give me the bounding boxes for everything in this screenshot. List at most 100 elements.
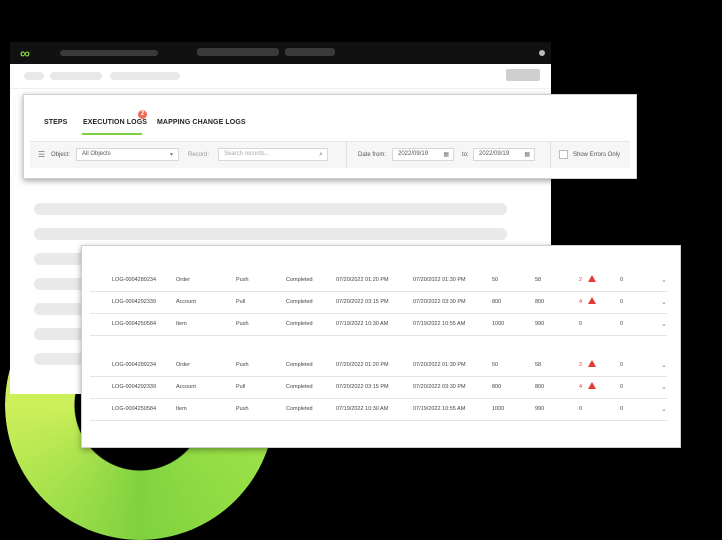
log-status: Completed [286, 277, 313, 283]
expand-row-chevron-icon[interactable]: ⌄ [661, 383, 667, 391]
log-status: Completed [286, 299, 313, 305]
log-total-records: 1000 [492, 406, 505, 412]
log-type: Push [236, 277, 249, 283]
log-status: Completed [286, 406, 313, 412]
table-row[interactable]: LOG-0004289234 Order Push Completed 07/20/20… [90, 270, 667, 292]
log-total-records: 1000 [492, 321, 505, 327]
skeleton-line [34, 203, 507, 215]
log-warning-count: 0 [620, 277, 624, 283]
log-filter-card: STEPS EXECUTION LOGS 2 MAPPING CHANGE LO… [23, 94, 637, 179]
log-start-time: 07/19/2022 10:30 AM [336, 321, 389, 327]
table-row[interactable]: LOG-0004292339 Account Pull Completed 07/20/… [90, 292, 667, 314]
log-status: Completed [286, 384, 313, 390]
log-error-count: 4 [579, 299, 583, 305]
tab-mapping-change-logs[interactable]: MAPPING CHANGE LOGS [157, 119, 246, 126]
log-warning-count: 0 [620, 384, 624, 390]
log-object: Item [176, 321, 187, 327]
date-to-value: 2022/09/19 [479, 151, 510, 157]
expand-row-chevron-icon[interactable]: ⌄ [661, 320, 667, 328]
table-row[interactable]: LOG-0004250584 Item Push Completed 07/19/202… [90, 399, 667, 421]
log-error-count: 4 [579, 384, 583, 390]
log-end-time: 07/19/2022 10:55 AM [413, 321, 466, 327]
log-type: Push [236, 321, 249, 327]
toolbar-placeholder [285, 48, 335, 56]
table-row[interactable]: LOG-0004289234 Order Push Completed 07/20/20… [90, 355, 667, 377]
date-from-value: 2022/09/19 [398, 151, 429, 157]
tab-steps[interactable]: STEPS [44, 119, 67, 126]
warning-icon [588, 382, 596, 389]
filter-icon: ☰ [38, 150, 46, 159]
filter-bar: ☰ Object: All Objects ▼ Record: Search r… [30, 141, 630, 168]
object-label: Object: [51, 152, 71, 158]
log-end-time: 07/20/2022 01:30 PM [413, 362, 466, 368]
calendar-icon: ▦ [524, 152, 530, 158]
divider [346, 142, 347, 168]
log-total-records: 800 [492, 299, 502, 305]
date-to-label: to: [462, 152, 469, 158]
log-error-count: 0 [579, 321, 583, 327]
table-row[interactable]: LOG-0004292339 Account Pull Completed 07/20/… [90, 377, 667, 399]
record-search-input[interactable]: Search records... ⌕ [218, 148, 328, 161]
expand-row-chevron-icon[interactable]: ⌄ [661, 405, 667, 413]
expand-row-chevron-icon[interactable]: ⌄ [661, 276, 667, 284]
title-bar: ∞ [10, 42, 551, 64]
log-end-time: 07/19/2022 10:55 AM [413, 406, 466, 412]
log-object: Order [176, 277, 191, 283]
log-error-count: 2 [579, 277, 583, 283]
record-label: Record: [188, 152, 210, 158]
execution-log-table: LOG-0004289234 Order Push Completed 07/20/20… [81, 245, 681, 448]
log-id: LOG-0004292339 [112, 299, 157, 305]
log-processed-records: 58 [535, 277, 542, 283]
skeleton-line [34, 228, 507, 240]
log-end-time: 07/20/2022 03:30 PM [413, 384, 466, 390]
top-bar [10, 64, 551, 89]
search-icon: ⌕ [319, 151, 323, 158]
log-start-time: 07/20/2022 03:15 PM [336, 384, 389, 390]
log-warning-count: 0 [620, 299, 624, 305]
warning-icon [588, 275, 596, 282]
log-error-count: 2 [579, 362, 583, 368]
log-start-time: 07/20/2022 01:20 PM [336, 277, 389, 283]
show-errors-label: Show Errors Only [573, 152, 621, 158]
log-object: Order [176, 362, 191, 368]
warning-icon [588, 360, 596, 367]
expand-row-chevron-icon[interactable]: ⌄ [661, 361, 667, 369]
log-object: Account [176, 384, 196, 390]
log-end-time: 07/20/2022 03:30 PM [413, 299, 466, 305]
log-processed-records: 58 [535, 362, 542, 368]
title-placeholder [60, 50, 158, 56]
log-start-time: 07/19/2022 10:30 AM [336, 406, 389, 412]
warning-icon [588, 297, 596, 304]
tab-execution-logs[interactable]: EXECUTION LOGS [83, 119, 147, 126]
tab-bar: STEPS EXECUTION LOGS 2 MAPPING CHANGE LO… [24, 95, 636, 135]
log-total-records: 800 [492, 384, 502, 390]
show-errors-checkbox[interactable] [559, 150, 568, 159]
table-row[interactable]: LOG-0004250584 Item Push Completed 07/19/202… [90, 314, 667, 336]
execution-logs-badge: 2 [138, 110, 147, 119]
log-status: Completed [286, 321, 313, 327]
log-type: Pull [236, 384, 246, 390]
log-processed-records: 990 [535, 406, 545, 412]
object-select[interactable]: All Objects ▼ [76, 148, 179, 161]
log-status: Completed [286, 362, 313, 368]
log-processed-records: 990 [535, 321, 545, 327]
log-object: Item [176, 406, 187, 412]
divider [550, 142, 551, 168]
log-type: Pull [236, 299, 246, 305]
log-warning-count: 0 [620, 362, 624, 368]
date-to-input[interactable]: 2022/09/19 ▦ [473, 148, 535, 161]
address-placeholder [197, 48, 279, 56]
log-id: LOG-0004289234 [112, 277, 157, 283]
chevron-down-icon: ▼ [169, 152, 174, 158]
date-from-input[interactable]: 2022/09/19 ▦ [392, 148, 454, 161]
active-tab-underline [82, 133, 142, 135]
log-total-records: 50 [492, 277, 499, 283]
log-id: LOG-0004250584 [112, 321, 157, 327]
window-dot [539, 50, 545, 56]
log-type: Push [236, 406, 249, 412]
log-start-time: 07/20/2022 01:20 PM [336, 362, 389, 368]
log-end-time: 07/20/2022 01:30 PM [413, 277, 466, 283]
infinity-logo-icon: ∞ [20, 45, 30, 61]
log-id: LOG-0004289234 [112, 362, 157, 368]
expand-row-chevron-icon[interactable]: ⌄ [661, 298, 667, 306]
